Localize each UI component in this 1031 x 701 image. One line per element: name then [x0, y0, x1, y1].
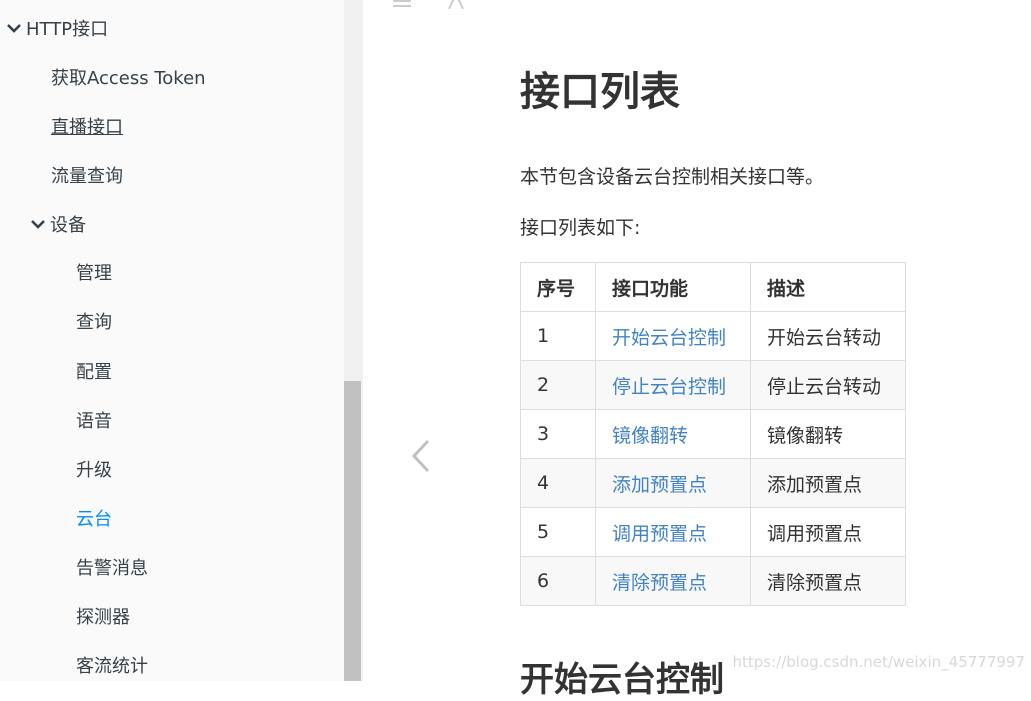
header-description: 描述: [750, 262, 906, 312]
sidebar-item-manage[interactable]: 管理: [76, 262, 112, 286]
sidebar-item-passenger-stats[interactable]: 客流统计: [76, 655, 148, 679]
api-link[interactable]: 镜像翻转: [612, 425, 688, 447]
cell-description: 添加预置点: [750, 458, 906, 508]
page-title: 接口列表: [520, 69, 680, 115]
cell-index: 5: [520, 507, 596, 557]
header-index: 序号: [520, 262, 596, 312]
chevron-down-icon: [7, 24, 21, 33]
sidebar-item-config[interactable]: 配置: [76, 361, 112, 385]
cell-description: 镜像翻转: [750, 409, 906, 459]
cell-description: 调用预置点: [750, 507, 906, 557]
cell-description: 停止云台转动: [750, 360, 906, 410]
cell-description: 开始云台转动: [750, 311, 906, 361]
cell-index: 1: [520, 311, 596, 361]
hamburger-icon[interactable]: [393, 0, 413, 8]
api-table: 序号 接口功能 描述 1 开始云台控制 开始云台转动 2 停止云台控制 停止云台…: [520, 262, 906, 606]
table-row: 6 清除预置点 清除预置点: [520, 556, 906, 606]
header-function: 接口功能: [595, 262, 751, 312]
api-link[interactable]: 停止云台控制: [612, 376, 726, 398]
previous-page-icon[interactable]: [408, 437, 436, 475]
sidebar-item-http-api[interactable]: HTTP接口: [6, 18, 108, 42]
scrollbar-thumb[interactable]: [344, 381, 361, 681]
cell-index: 6: [520, 556, 596, 606]
sidebar-item-query[interactable]: 查询: [76, 311, 112, 335]
sidebar-item-alarm[interactable]: 告警消息: [76, 557, 148, 581]
table-row: 4 添加预置点 添加预置点: [520, 458, 906, 508]
sidebar-item-upgrade[interactable]: 升级: [76, 459, 112, 483]
sidebar-item-label: HTTP接口: [26, 19, 109, 40]
section-heading: 开始云台控制: [520, 660, 724, 700]
table-row: 1 开始云台控制 开始云台转动: [520, 311, 906, 361]
sidebar-item-access-token[interactable]: 获取Access Token: [51, 67, 206, 91]
api-link[interactable]: 开始云台控制: [612, 327, 726, 349]
chevron-down-icon: [31, 220, 45, 229]
table-header-row: 序号 接口功能 描述: [520, 262, 906, 312]
sidebar-item-device[interactable]: 设备: [30, 214, 86, 238]
table-row: 5 调用预置点 调用预置点: [520, 507, 906, 557]
table-row: 2 停止云台控制 停止云台转动: [520, 360, 906, 410]
list-intro-text: 接口列表如下:: [520, 217, 641, 239]
font-size-icon[interactable]: [447, 0, 465, 9]
sidebar-item-ptz[interactable]: 云台: [76, 508, 112, 532]
api-link[interactable]: 清除预置点: [612, 572, 707, 594]
cell-index: 2: [520, 360, 596, 410]
sidebar-item-detector[interactable]: 探测器: [76, 606, 130, 630]
sidebar: HTTP接口 获取Access Token 直播接口 流量查询 设备 管理 查询…: [0, 0, 344, 681]
api-link[interactable]: 添加预置点: [612, 474, 707, 496]
sidebar-item-traffic-query[interactable]: 流量查询: [51, 165, 123, 189]
intro-text: 本节包含设备云台控制相关接口等。: [520, 166, 825, 188]
sidebar-item-live-api[interactable]: 直播接口: [51, 116, 123, 140]
watermark-text: https://blog.csdn.net/weixin_45777997: [732, 653, 1025, 671]
table-row: 3 镜像翻转 镜像翻转: [520, 409, 906, 459]
cell-index: 4: [520, 458, 596, 508]
cell-description: 清除预置点: [750, 556, 906, 606]
api-link[interactable]: 调用预置点: [612, 523, 707, 545]
sidebar-item-voice[interactable]: 语音: [76, 410, 112, 434]
cell-index: 3: [520, 409, 596, 459]
